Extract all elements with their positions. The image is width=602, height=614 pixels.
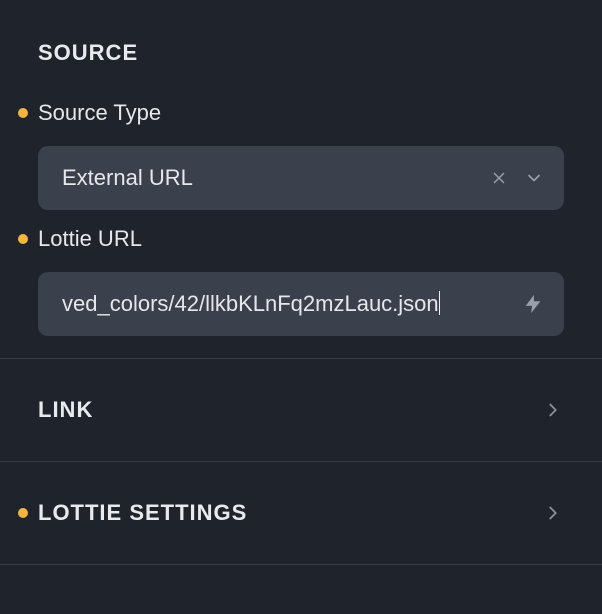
chevron-right-icon	[542, 399, 564, 421]
lottie-settings-section: LOTTIE SETTINGS	[0, 462, 602, 565]
lottie-url-value-wrap: ved_colors/42/llkbKLnFq2mzLauc.json	[62, 291, 522, 317]
source-type-label-row: Source Type	[38, 100, 564, 126]
source-section-title: SOURCE	[38, 40, 138, 66]
link-section: LINK	[0, 359, 602, 462]
link-section-title: LINK	[38, 397, 93, 423]
source-section: SOURCE Source Type External URL	[0, 0, 602, 359]
lottie-settings-section-title: LOTTIE SETTINGS	[38, 500, 247, 526]
chevron-down-icon[interactable]	[524, 168, 544, 188]
properties-panel: SOURCE Source Type External URL	[0, 0, 602, 565]
source-section-header[interactable]: SOURCE	[0, 0, 602, 84]
source-type-field: Source Type External URL	[38, 100, 564, 210]
dynamic-binding-icon[interactable]	[522, 293, 544, 315]
lottie-url-icons	[522, 293, 544, 315]
source-type-value: External URL	[62, 165, 490, 191]
text-caret-icon	[439, 291, 441, 315]
lottie-url-label: Lottie URL	[38, 226, 142, 252]
lottie-url-label-row: Lottie URL	[38, 226, 564, 252]
chevron-right-icon	[542, 502, 564, 524]
modified-indicator-icon	[18, 234, 28, 244]
lottie-url-input[interactable]: ved_colors/42/llkbKLnFq2mzLauc.json	[38, 272, 564, 336]
lottie-url-value: ved_colors/42/llkbKLnFq2mzLauc.json	[62, 291, 439, 317]
link-section-header[interactable]: LINK	[0, 359, 602, 461]
lottie-settings-section-header[interactable]: LOTTIE SETTINGS	[0, 462, 602, 564]
modified-indicator-icon	[18, 508, 28, 518]
source-section-body: Source Type External URL	[0, 100, 602, 336]
clear-icon[interactable]	[490, 169, 508, 187]
source-type-icons	[490, 168, 544, 188]
source-type-select[interactable]: External URL	[38, 146, 564, 210]
modified-indicator-icon	[18, 108, 28, 118]
lottie-url-field: Lottie URL ved_colors/42/llkbKLnFq2mzLau…	[38, 226, 564, 336]
source-type-label: Source Type	[38, 100, 161, 126]
